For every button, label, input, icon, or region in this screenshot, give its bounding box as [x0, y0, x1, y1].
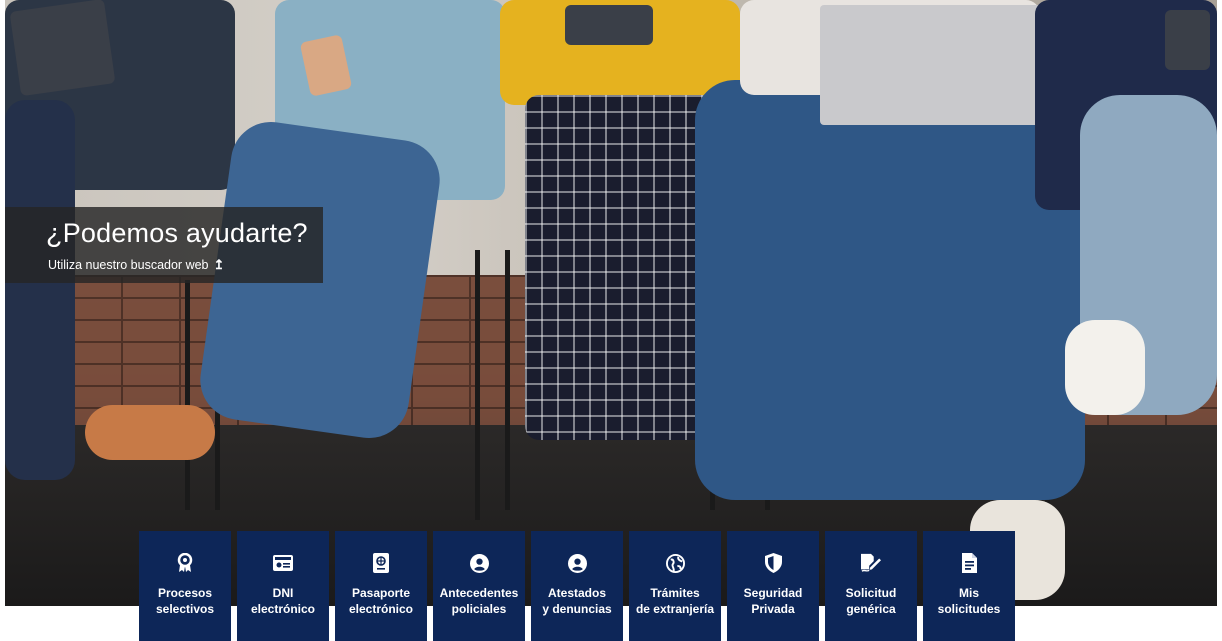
document-icon — [959, 553, 979, 573]
tile-atestados-denuncias[interactable]: Atestados y denuncias — [531, 531, 623, 641]
shield-icon — [763, 553, 783, 573]
award-icon — [175, 553, 195, 573]
tile-label: Procesos selectivos — [155, 586, 215, 616]
hero-photo — [5, 0, 1217, 606]
tile-procesos-selectivos[interactable]: Procesos selectivos — [139, 531, 231, 641]
tile-label: Mis solicitudes — [937, 586, 1001, 616]
passport-icon — [371, 553, 391, 573]
services-bar: Procesos selectivos DNI electrónico Pasa… — [139, 531, 1015, 641]
tile-antecedentes-policiales[interactable]: Antecedentes policiales — [433, 531, 525, 641]
tile-pasaporte-electronico[interactable]: Pasaporte electrónico — [335, 531, 427, 641]
tile-label: Antecedentes policiales — [439, 586, 519, 616]
help-box: ¿Podemos ayudarte? Utiliza nuestro busca… — [5, 207, 323, 283]
user-circle-icon — [469, 553, 489, 573]
tile-seguridad-privada[interactable]: Seguridad Privada — [727, 531, 819, 641]
tile-label: Trámites de extranjería — [635, 586, 715, 616]
tile-dni-electronico[interactable]: DNI electrónico — [237, 531, 329, 641]
tile-label: Seguridad Privada — [743, 586, 803, 616]
help-subtitle-link[interactable]: Utiliza nuestro buscador web ↥ — [48, 257, 224, 273]
tile-tramites-extranjeria[interactable]: Trámites de extranjería — [629, 531, 721, 641]
arrow-up-icon: ↥ — [213, 257, 225, 272]
globe-icon — [665, 553, 685, 573]
tile-solicitud-generica[interactable]: Solicitud genérica — [825, 531, 917, 641]
signature-icon — [861, 553, 881, 573]
help-subtitle: Utiliza nuestro buscador web — [48, 258, 209, 272]
tile-label: DNI electrónico — [250, 586, 316, 616]
tile-label: Atestados y denuncias — [542, 586, 612, 616]
user-circle-icon — [567, 553, 587, 573]
help-title: ¿Podemos ayudarte? — [46, 218, 308, 248]
tile-mis-solicitudes[interactable]: Mis solicitudes — [923, 531, 1015, 641]
id-card-icon — [273, 553, 293, 573]
tile-label: Pasaporte electrónico — [348, 586, 414, 616]
tile-label: Solicitud genérica — [845, 586, 897, 616]
